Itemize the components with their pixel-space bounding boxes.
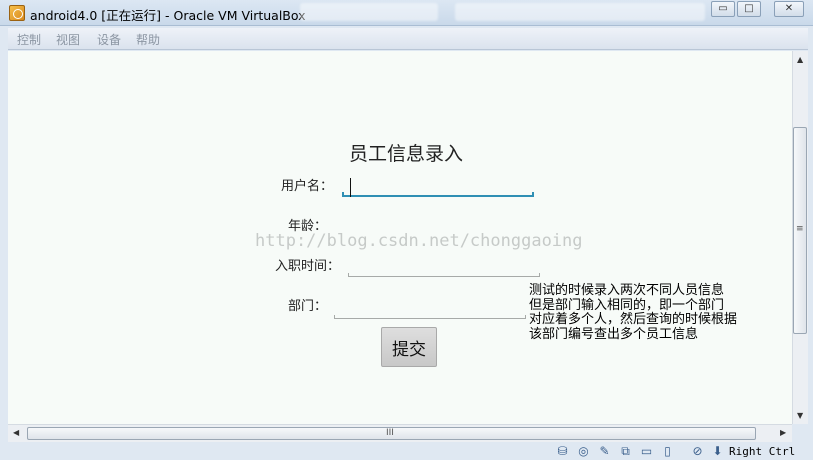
hire-date-label: 入职时间：: [275, 259, 341, 274]
keyboard-capture-icon[interactable]: ⬇: [710, 444, 725, 458]
menu-bar: 控制 视图 设备 帮助: [8, 28, 808, 50]
window-title: android4.0 [正在运行] - Oracle VM VirtualBox: [30, 8, 306, 23]
display-icon[interactable]: ▯: [660, 444, 675, 458]
optical-drive-icon[interactable]: ◎: [576, 444, 591, 458]
hard-disk-icon[interactable]: ⛁: [555, 444, 570, 458]
annotation-note: 测试的时候录入两次不同人员信息 但是部门输入相同的，即一个部门 对应着多个人，然…: [529, 283, 769, 342]
note-line: 对应着多个人，然后查询的时候根据: [529, 312, 738, 327]
age-input[interactable]: [342, 211, 534, 231]
guest-screen[interactable]: 员工信息录入 用户名： 年龄： 入职时间： 部门： http://blog.cs…: [8, 51, 792, 424]
scroll-up-icon[interactable]: ▲: [797, 55, 803, 64]
maximize-button[interactable]: □: [737, 1, 761, 17]
minimize-icon: ▭: [718, 3, 728, 14]
blurred-taskbar-area: [300, 3, 438, 21]
scroll-down-icon[interactable]: ▼: [797, 411, 803, 420]
scroll-right-icon[interactable]: ▶: [780, 428, 786, 437]
hire-date-input[interactable]: [348, 257, 540, 277]
menu-devices[interactable]: 设备: [97, 31, 121, 48]
minimize-button[interactable]: ▭: [711, 1, 735, 17]
menu-view[interactable]: 视图: [56, 31, 80, 48]
window-titlebar[interactable]: android4.0 [正在运行] - Oracle VM VirtualBox…: [0, 0, 813, 26]
virtualbox-app-icon: [9, 5, 25, 21]
status-bar: ⛁ ◎ ✎ ⧉ ▭ ▯ ⊘ ⬇ Right Ctrl: [0, 442, 813, 460]
department-label: 部门：: [288, 299, 328, 314]
scroll-left-icon[interactable]: ◀: [13, 428, 19, 437]
department-input[interactable]: [334, 299, 526, 319]
submit-button[interactable]: 提交: [381, 327, 437, 367]
note-line: 测试的时候录入两次不同人员信息: [529, 283, 725, 298]
usb-icon[interactable]: ✎: [597, 444, 612, 458]
close-button[interactable]: ✕: [774, 1, 804, 17]
shared-folder-icon[interactable]: ▭: [639, 444, 654, 458]
text-caret: [350, 178, 351, 197]
horizontal-grip-icon: III: [386, 428, 394, 438]
watermark-text: http://blog.csdn.net/chonggaoing: [255, 231, 583, 251]
maximize-icon: □: [744, 3, 754, 14]
network-icon[interactable]: ⧉: [618, 444, 633, 458]
name-input[interactable]: [342, 177, 534, 197]
menu-help[interactable]: 帮助: [136, 31, 160, 48]
note-line: 该部门编号查出多个员工信息: [529, 326, 699, 342]
form-title: 员工信息录入: [349, 143, 464, 165]
close-icon: ✕: [784, 3, 794, 14]
menu-control[interactable]: 控制: [17, 31, 41, 48]
vertical-grip-icon: ≡: [796, 224, 804, 234]
name-label: 用户名：: [281, 179, 334, 194]
note-line: 但是部门输入相同的，即一个部门: [529, 297, 725, 313]
blurred-taskbar-area-2: [455, 3, 705, 21]
mouse-integration-icon[interactable]: ⊘: [690, 444, 705, 458]
host-key-label: Right Ctrl: [729, 445, 796, 458]
